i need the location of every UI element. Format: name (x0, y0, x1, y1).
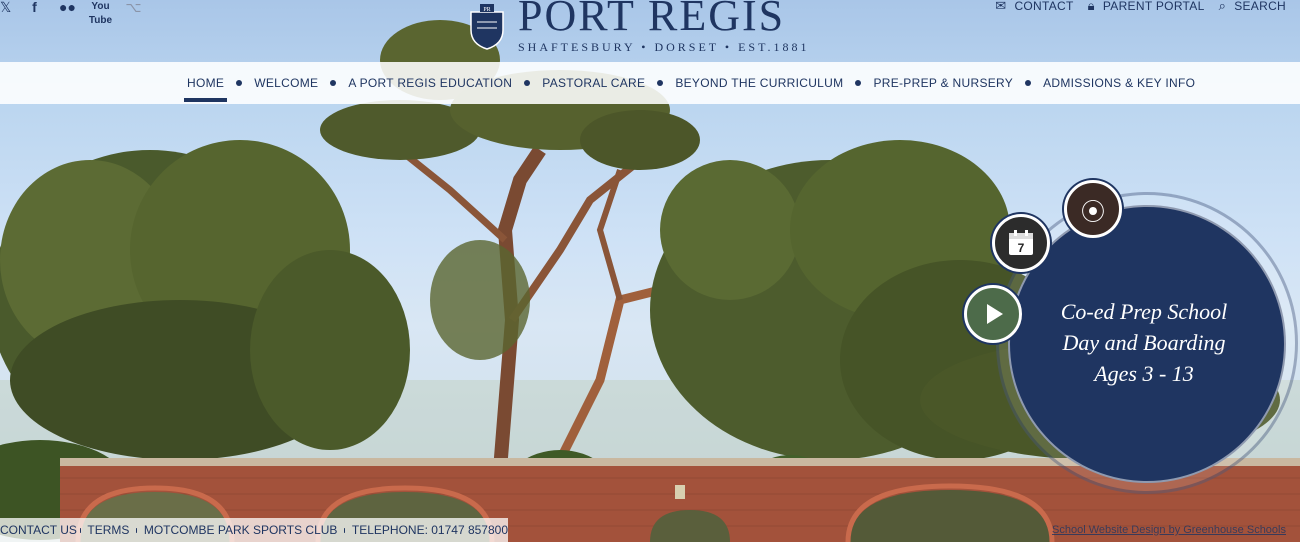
contact-label: CONTACT (1014, 0, 1074, 13)
nav-separator (330, 80, 337, 86)
footer-telephone: TELEPHONE: 01747 857800 (351, 523, 509, 537)
rss-icon: ⦿ (1081, 198, 1105, 226)
tagline-line-1: Co-ed Prep School (1060, 299, 1228, 324)
contact-link[interactable]: ✉ CONTACT (995, 0, 1073, 14)
flickr-icon[interactable]: ●● (51, 0, 84, 16)
play-icon (987, 304, 1003, 324)
utility-nav: ✉ CONTACT 🔒︎ PARENT PORTAL ⌕ SEARCH (995, 0, 1286, 14)
nav-label: HOME (184, 64, 228, 102)
logo-title: PORT REGIS (518, 0, 786, 40)
nav-separator (1025, 80, 1032, 86)
video-button[interactable] (964, 285, 1022, 343)
social-links: 𝕏 f ●● You Tube ⌥ (0, 0, 150, 26)
school-tagline: Co-ed Prep School Day and Boarding Ages … (1010, 296, 1278, 389)
twitter-icon[interactable]: 𝕏 (0, 0, 18, 16)
nav-separator (524, 80, 531, 86)
search-icon: ⌕ (1218, 0, 1227, 13)
footer-contact-link[interactable]: CONTACT US (0, 523, 77, 537)
news-feed-button[interactable]: ⦿ (1064, 180, 1122, 238)
calendar-icon: 7 (1009, 230, 1033, 255)
design-credit-link[interactable]: School Website Design by Greenhouse Scho… (1052, 524, 1286, 536)
nav-separator (236, 80, 243, 86)
footer-bar: CONTACT US TERMS MOTCOMBE PARK SPORTS CL… (0, 518, 508, 542)
svg-text:7: 7 (1018, 241, 1025, 255)
youtube-icon[interactable]: You Tube (84, 0, 117, 26)
nav-label: PRE-PREP & NURSERY (873, 76, 1014, 90)
nav-label: ADMISSIONS & KEY INFO (1043, 76, 1196, 90)
nav-item-admissions[interactable]: ADMISSIONS & KEY INFO (1016, 62, 1198, 104)
facebook-icon[interactable]: f (18, 0, 51, 16)
main-nav: HOME WELCOME A PORT REGIS EDUCATION PAST… (0, 62, 1300, 104)
tagline-line-3: Ages 3 - 13 (1094, 361, 1194, 386)
parent-portal-label: PARENT PORTAL (1102, 0, 1205, 13)
top-bar: 𝕏 f ●● You Tube ⌥ PR PORT REGIS SHAFTESBU… (0, 0, 1300, 62)
envelope-icon: ✉ (995, 0, 1007, 13)
parent-portal-link[interactable]: 🔒︎ PARENT PORTAL (1088, 0, 1205, 14)
crest-icon: PR (470, 4, 504, 50)
nav-label: BEYOND THE CURRICULUM (675, 76, 844, 90)
nav-item-pre-prep[interactable]: PRE-PREP & NURSERY (846, 62, 1016, 104)
nav-item-beyond-curriculum[interactable]: BEYOND THE CURRICULUM (648, 62, 846, 104)
logo-subtitle: SHAFTESBURY • DORSET • EST.1881 (518, 40, 810, 54)
nav-separator (855, 80, 862, 86)
svg-text:PR: PR (483, 7, 490, 13)
nav-item-welcome[interactable]: WELCOME (227, 62, 321, 104)
footer-sports-club-link[interactable]: MOTCOMBE PARK SPORTS CLUB (144, 523, 338, 537)
nav-label: PASTORAL CARE (542, 76, 646, 90)
nav-separator (657, 80, 664, 86)
nav-item-home[interactable]: HOME (184, 62, 228, 104)
nav-item-pastoral-care[interactable]: PASTORAL CARE (515, 62, 648, 104)
nav-label: A PORT REGIS EDUCATION (348, 76, 513, 90)
lock-icon: 🔒︎ (1087, 0, 1095, 13)
search-label: SEARCH (1234, 0, 1286, 13)
site-logo[interactable]: PR PORT REGIS SHAFTESBURY • DORSET • EST… (468, 0, 828, 58)
share-icon[interactable]: ⌥ (117, 0, 150, 16)
nav-label: WELCOME (254, 76, 319, 90)
search-link[interactable]: ⌕ SEARCH (1219, 0, 1286, 14)
footer-terms-link[interactable]: TERMS (87, 523, 129, 537)
calendar-button[interactable]: 7 (992, 214, 1050, 272)
nav-item-education[interactable]: A PORT REGIS EDUCATION (321, 62, 515, 104)
tagline-line-2: Day and Boarding (1062, 330, 1226, 355)
